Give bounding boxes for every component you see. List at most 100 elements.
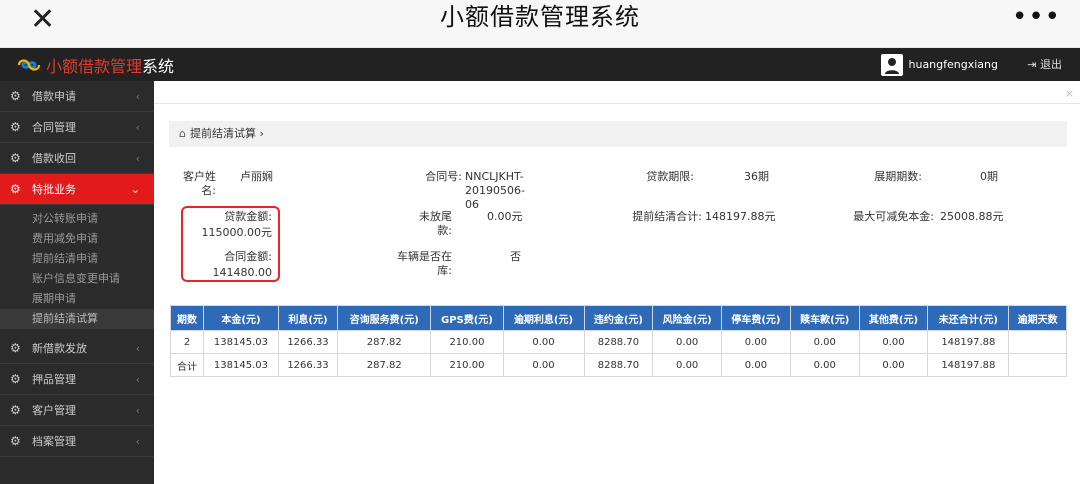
sidebar-item-label: 合同管理 [32,121,76,134]
table-cell: 0.00 [502,330,585,354]
th-risk-fee: 风险金(元) [652,305,723,331]
sidebar-item-label: 档案管理 [32,435,76,448]
gear-icon: ⚙ [10,151,21,165]
submenu-item-early-calc[interactable]: 提前结清试算 [0,309,154,329]
gear-icon: ⚙ [10,434,21,448]
submenu-item-transfer[interactable]: 对公转账申请 [0,209,154,229]
breadcrumb-label: 提前结清试算 [189,127,256,140]
sidebar-item-new-loan[interactable]: ⚙ 新借款发放 ‹ [0,333,154,364]
loan-term-label: 贷款期限: [646,170,694,183]
table-cell: 8288.70 [583,330,654,354]
gear-icon: ⚙ [10,89,21,103]
sidebar-item-label: 特批业务 [32,183,76,196]
brand: 小额借款管理 系统 [16,48,174,81]
logo-icon [17,58,41,71]
brand-name-white: 系统 [142,56,175,76]
table-cell: 210.00 [430,353,504,377]
table-cell: 2 [169,330,205,354]
table-cell: 148197.88 [927,353,1010,377]
table-cell [1008,330,1067,354]
close-tab-icon[interactable]: × [1065,87,1074,100]
chevron-left-icon: ‹ [135,435,140,448]
logout-button[interactable]: ⇥ 退出 [1027,48,1062,81]
table-cell: 138145.03 [203,330,279,354]
th-principal: 本金(元) [203,305,279,331]
sidebar-item-label: 客户管理 [32,404,76,417]
table-header-row: 期数 本金(元) 利息(元) 咨询服务费(元) GPS费(元) 逾期利息(元) … [169,305,1067,331]
submenu-item-extension[interactable]: 展期申请 [0,289,154,309]
table-cell: 0.00 [721,353,791,377]
th-gps-fee: GPS费(元) [430,305,504,331]
table-cell: 0.00 [502,353,585,377]
ext-term-label: 展期期数: [874,170,922,183]
th-parking-fee: 停车费(元) [721,305,791,331]
sidebar-item-archive[interactable]: ⚙ 档案管理 ‹ [0,426,154,457]
early-total-label: 提前结清合计: [632,210,702,223]
loan-term-value: 36期 [744,170,769,183]
customer-label: 客户姓名: [183,170,216,197]
ext-term-value: 0期 [980,170,998,183]
more-icon[interactable]: ••• [1012,2,1060,32]
unpaid-tail-label: 未放尾款: [419,210,452,237]
contract-no-value: NNCLJKHT-20190506-06 [465,170,525,211]
breadcrumb-separator: › [259,127,264,140]
table-cell: 0.00 [652,330,723,354]
window-titlebar: ✕ 小额借款管理系统 ••• [0,0,1080,48]
user-menu[interactable]: huangfengxiang [880,48,999,81]
user-icon [884,57,899,74]
sidebar-item-customer[interactable]: ⚙ 客户管理 ‹ [0,395,154,426]
th-period: 期数 [169,305,205,331]
vehicle-value: 否 [510,250,521,263]
submenu-item-account-change[interactable]: 账户信息变更申请 [0,269,154,289]
sidebar-item-collateral[interactable]: ⚙ 押品管理 ‹ [0,364,154,395]
table-cell: 0.00 [789,330,860,354]
table-row-total: 合计 138145.03 1266.33 287.82 210.00 0.00 … [169,353,1067,377]
vehicle-label: 车辆是否在库: [397,250,452,277]
submenu-item-fee-reduce[interactable]: 费用减免申请 [0,229,154,249]
sidebar-item-special[interactable]: ⚙ 特批业务 ⌄ [0,174,154,205]
sidebar-item-label: 借款申请 [32,90,76,103]
gear-icon: ⚙ [10,403,21,417]
brand-name-red: 小额借款管理 [46,56,143,76]
gear-icon: ⚙ [10,372,21,386]
chevron-left-icon: ‹ [135,342,140,355]
chevron-left-icon: ‹ [135,152,140,165]
main-content: × ⌂ 提前结清试算 › [154,81,1080,484]
sidebar: ⚙ 借款申请 ‹ ⚙ 合同管理 ‹ ⚙ 借款收回 ‹ ⚙ 特批业务 ⌄ 对公转账申请 费用减免申… [0,81,154,484]
avatar [880,53,903,76]
submenu-item-early-settle[interactable]: 提前结清申请 [0,249,154,269]
window-title: 小额借款管理系统 [440,3,640,31]
sidebar-item-collection[interactable]: ⚙ 借款收回 ‹ [0,143,154,174]
logout-icon: ⇥ [1027,58,1040,71]
home-icon[interactable]: ⌂ [179,127,186,140]
early-total-value: 148197.88元 [705,210,776,223]
table-row: 2 138145.03 1266.33 287.82 210.00 0.00 8… [169,330,1067,354]
th-penalty: 违约金(元) [583,305,654,331]
table-cell: 287.82 [337,330,432,354]
username: huangfengxiang [908,58,999,71]
table-cell: 0.00 [721,330,791,354]
gear-icon: ⚙ [10,182,21,196]
table-cell: 138145.03 [203,353,279,377]
th-overdue-interest: 逾期利息(元) [502,305,585,331]
th-consult-fee: 咨询服务费(元) [337,305,432,331]
submenu: 对公转账申请 费用减免申请 提前结清申请 账户信息变更申请 展期申请 提前结清试… [0,205,154,329]
sidebar-item-loan-apply[interactable]: ⚙ 借款申请 ‹ [0,81,154,112]
tab-divider [154,103,1080,104]
chevron-left-icon: ‹ [135,90,140,103]
gear-icon: ⚙ [10,120,21,134]
sidebar-item-label: 新借款发放 [32,342,87,355]
table-cell: 148197.88 [927,330,1010,354]
sidebar-item-label: 借款收回 [32,152,76,165]
unpaid-tail-value: 0.00元 [487,210,523,223]
table-cell: 1266.33 [277,353,339,377]
table-cell: 210.00 [430,330,504,354]
max-reduce-label: 最大可减免本金: [853,210,934,223]
table-cell: 0.00 [858,353,929,377]
sidebar-item-contract[interactable]: ⚙ 合同管理 ‹ [0,112,154,143]
th-redeem-fee: 赎车款(元) [789,305,860,331]
max-reduce-value: 25008.88元 [940,210,1004,223]
logout-label: 退出 [1040,58,1062,71]
th-interest: 利息(元) [277,305,339,331]
chevron-down-icon: ⌄ [130,183,140,196]
